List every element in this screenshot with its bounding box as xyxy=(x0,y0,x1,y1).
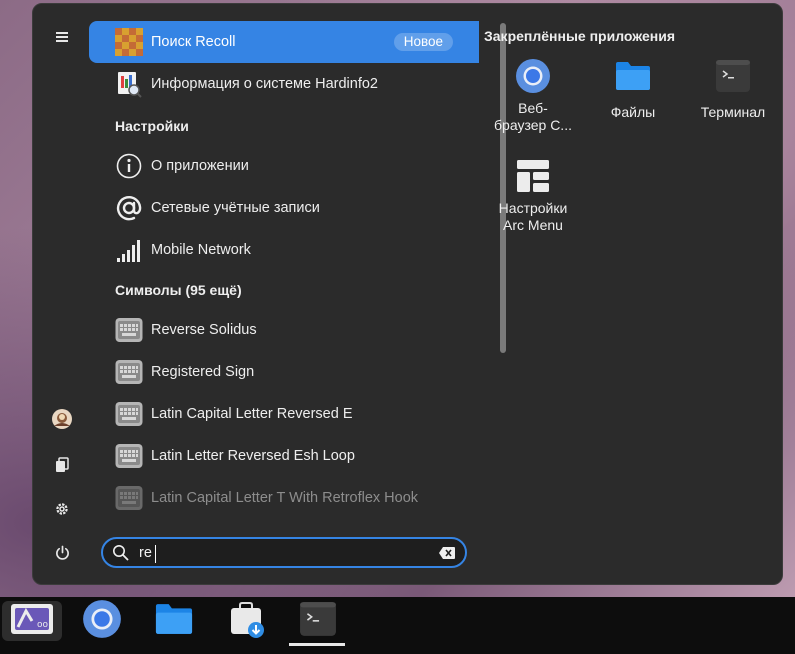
menu-sidebar xyxy=(33,4,91,584)
chromium-icon xyxy=(513,56,553,96)
pinned-app-files[interactable]: Файлы xyxy=(585,56,681,121)
search-input[interactable]: re xyxy=(101,537,467,568)
terminal-icon xyxy=(299,601,337,642)
keyboard-icon xyxy=(115,316,143,344)
power-icon[interactable] xyxy=(47,537,77,567)
taskbar-terminal[interactable] xyxy=(288,601,348,641)
keyboard-icon xyxy=(115,400,143,428)
folder-icon xyxy=(154,602,194,641)
clear-search-icon[interactable] xyxy=(438,545,456,566)
result-symbol[interactable]: Registered Sign xyxy=(89,351,479,393)
result-symbol[interactable]: Latin Letter Reversed Esh Loop xyxy=(89,435,479,477)
keyboard-icon xyxy=(115,442,143,470)
search-results: Поиск Recoll Новое Информация о системе … xyxy=(89,19,479,524)
result-label: Reverse Solidus xyxy=(151,322,257,338)
result-label: Поиск Recoll xyxy=(151,34,236,50)
settings-section-header: Настройки xyxy=(115,118,189,134)
chromium-icon xyxy=(82,599,122,644)
pinned-app-arcmenu-settings[interactable]: Настройки Arc Menu xyxy=(485,156,581,234)
software-store-icon xyxy=(226,599,266,644)
pinned-apps-title: Закреплённые приложения xyxy=(484,28,676,44)
result-symbol[interactable]: Reverse Solidus xyxy=(89,309,479,351)
pin-label: Терминал xyxy=(700,104,766,120)
folder-icon xyxy=(613,56,653,96)
arcmenu-launcher-icon: oo xyxy=(10,603,54,640)
result-online-accounts[interactable]: Сетевые учётные записи xyxy=(89,187,479,229)
gear-icon[interactable] xyxy=(47,494,77,524)
result-label: Информация о системе Hardinfo2 xyxy=(151,76,378,92)
keyboard-icon xyxy=(115,484,143,512)
result-hardinfo[interactable]: Информация о системе Hardinfo2 xyxy=(89,63,479,105)
symbols-section-header: Символы (95 ещё) xyxy=(115,282,242,298)
result-label: Mobile Network xyxy=(151,242,251,258)
pin-label: Файлы xyxy=(610,104,656,120)
documents-icon[interactable] xyxy=(47,450,77,480)
pin-label-line2: браузер С... xyxy=(494,117,572,133)
pinned-app-terminal[interactable]: Терминал xyxy=(685,56,781,121)
at-icon xyxy=(115,194,143,222)
new-badge: Новое xyxy=(393,33,453,51)
search-value: re xyxy=(139,545,152,561)
info-icon xyxy=(115,152,143,180)
arcmenu-launcher-button[interactable]: oo xyxy=(2,601,62,641)
taskbar-files[interactable] xyxy=(144,601,204,641)
result-label: Latin Letter Reversed Esh Loop xyxy=(151,448,355,464)
result-label: О приложении xyxy=(151,158,249,174)
avatar[interactable] xyxy=(47,404,77,434)
pin-label-line1: Веб- xyxy=(518,100,548,116)
result-mobile-network[interactable]: Mobile Network xyxy=(89,229,479,271)
result-label: Latin Capital Letter T With Retroflex Ho… xyxy=(151,490,419,506)
pin-label-line1: Настройки xyxy=(498,200,568,216)
result-label: Registered Sign xyxy=(151,364,255,380)
taskbar-web-browser[interactable] xyxy=(72,599,132,644)
svg-text:oo: oo xyxy=(37,620,49,630)
search-icon xyxy=(112,544,129,566)
pin-label-line2: Arc Menu xyxy=(503,217,563,233)
result-about[interactable]: О приложении xyxy=(89,145,479,187)
keyboard-icon xyxy=(115,358,143,386)
result-label: Сетевые учётные записи xyxy=(151,200,320,216)
hardinfo-icon xyxy=(115,70,143,98)
result-symbol[interactable]: Latin Capital Letter T With Retroflex Ho… xyxy=(89,477,479,519)
hamburger-icon[interactable] xyxy=(47,22,77,52)
text-caret xyxy=(155,545,156,563)
result-label: Latin Capital Letter Reversed E xyxy=(151,406,353,422)
recoll-icon xyxy=(115,28,143,56)
arcmenu-settings-icon xyxy=(513,156,553,196)
result-recoll[interactable]: Поиск Recoll Новое xyxy=(89,21,479,63)
result-symbol[interactable]: Latin Capital Letter Reversed E xyxy=(89,393,479,435)
signal-icon xyxy=(115,236,143,264)
taskbar-software-store[interactable] xyxy=(216,601,276,641)
terminal-icon xyxy=(713,56,753,96)
arc-menu: Поиск Recoll Новое Информация о системе … xyxy=(32,3,783,585)
taskbar: oo xyxy=(0,597,795,654)
running-indicator xyxy=(289,643,345,646)
pinned-app-web-browser[interactable]: Веб- браузер С... xyxy=(485,56,581,134)
